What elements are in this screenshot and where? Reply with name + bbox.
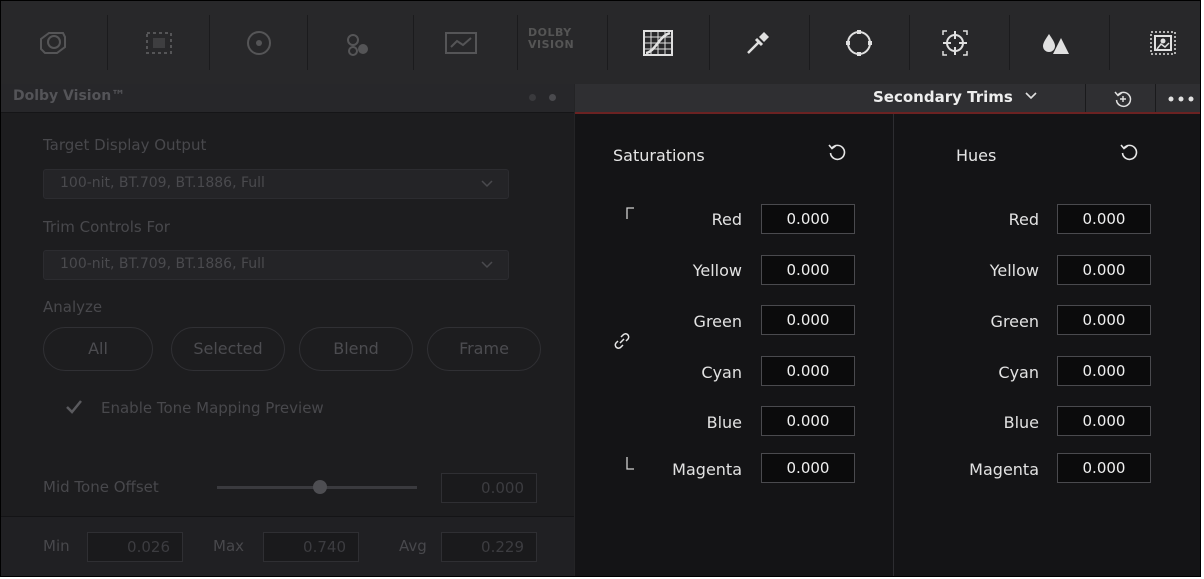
trim-controls-label: Trim Controls For	[43, 218, 170, 236]
min-value-field: 0.026	[87, 532, 183, 562]
tracker-icon[interactable]	[931, 23, 979, 63]
saturations-title: Saturations	[613, 146, 705, 165]
dolby-vision-header: Dolby Vision™	[1, 84, 574, 113]
saturation-magenta-field[interactable]: 0.000	[761, 453, 855, 483]
enable-tone-mapping-label: Enable Tone Mapping Preview	[101, 399, 324, 417]
analyze-frame-button[interactable]: Frame	[427, 327, 541, 371]
analyze-label: Analyze	[43, 298, 103, 316]
dolby-vision-trim-window: DOLBY VISION Dolby Vision™ Target Displa…	[0, 0, 1201, 577]
hue-magenta-label: Magenta	[969, 460, 1039, 479]
qualifier-eyedropper-icon[interactable]	[734, 23, 782, 63]
saturation-blue-field[interactable]: 0.000	[761, 406, 855, 436]
color-match-icon[interactable]	[135, 23, 183, 63]
analysis-stats-bar: Min 0.026 Max 0.740 Avg 0.229	[1, 516, 574, 576]
saturation-green-field[interactable]: 0.000	[761, 305, 855, 335]
column-divider	[893, 114, 894, 576]
analyze-blend-button[interactable]: Blend	[299, 327, 413, 371]
hues-title: Hues	[956, 146, 997, 165]
link-bracket-bottom-icon	[626, 457, 634, 470]
saturation-red-label: Red	[711, 210, 742, 229]
trim-controls-value: 100-nit, BT.709, BT.1886, Full	[60, 256, 265, 272]
dolby-logo-bottom: VISION	[528, 38, 575, 51]
dolby-vision-logo[interactable]: DOLBY VISION	[528, 27, 588, 51]
mid-tone-offset-label: Mid Tone Offset	[43, 478, 159, 496]
hdr-wheels-icon[interactable]	[334, 23, 382, 63]
analyze-all-button[interactable]: All	[43, 327, 153, 371]
enable-tone-mapping-checkbox[interactable]	[63, 396, 85, 418]
blur-icon[interactable]	[1031, 23, 1079, 63]
avg-value-field: 0.229	[441, 532, 537, 562]
panel-title: Dolby Vision™	[13, 88, 126, 104]
target-display-dropdown[interactable]: 100-nit, BT.709, BT.1886, Full	[43, 169, 509, 199]
hue-blue-field[interactable]: 0.000	[1057, 406, 1151, 436]
palette-toolbar: DOLBY VISION	[1, 1, 1200, 84]
saturation-yellow-label: Yellow	[692, 261, 742, 280]
saturation-cyan-label: Cyan	[701, 363, 742, 382]
avg-label: Avg	[399, 537, 427, 555]
target-display-label: Target Display Output	[43, 136, 207, 154]
saturation-magenta-label: Magenta	[672, 460, 742, 479]
target-display-value: 100-nit, BT.709, BT.1886, Full	[60, 175, 265, 191]
hue-magenta-field[interactable]: 0.000	[1057, 453, 1151, 483]
hue-red-field[interactable]: 0.000	[1057, 204, 1151, 234]
key-icon[interactable]	[1139, 23, 1187, 63]
dolby-vision-panel: Dolby Vision™ Target Display Output 100-…	[1, 84, 574, 576]
min-label: Min	[43, 537, 70, 555]
trim-mode-selector[interactable]: Secondary Trims	[873, 88, 1038, 106]
mid-tone-offset-slider-handle[interactable]	[313, 480, 327, 494]
saturation-blue-label: Blue	[706, 413, 742, 432]
hue-blue-label: Blue	[1003, 413, 1039, 432]
panel-options-dot[interactable]	[549, 94, 556, 101]
link-bracket-top-icon	[626, 207, 634, 219]
hue-yellow-field[interactable]: 0.000	[1057, 255, 1151, 285]
hue-cyan-field[interactable]: 0.000	[1057, 356, 1151, 386]
saturation-yellow-field[interactable]: 0.000	[761, 255, 855, 285]
secondary-trims-header: Secondary Trims	[575, 84, 1200, 114]
saturation-green-label: Green	[693, 312, 742, 331]
analyze-selected-button[interactable]: Selected	[171, 327, 285, 371]
hue-green-label: Green	[990, 312, 1039, 331]
hues-reset-icon[interactable]	[1119, 142, 1139, 162]
camera-raw-icon[interactable]	[29, 23, 77, 63]
mid-tone-offset-field[interactable]: 0.000	[441, 473, 537, 503]
max-value-field: 0.740	[263, 532, 359, 562]
panel-indicator-dot	[529, 94, 536, 101]
curves-icon[interactable]	[634, 23, 682, 63]
link-channels-icon[interactable]	[613, 332, 631, 350]
color-wheels-icon[interactable]	[235, 23, 283, 63]
reset-all-icon[interactable]	[1113, 89, 1133, 109]
power-window-icon[interactable]	[835, 23, 883, 63]
more-options-icon[interactable]	[1167, 95, 1195, 103]
saturation-red-field[interactable]: 0.000	[761, 204, 855, 234]
hue-green-field[interactable]: 0.000	[1057, 305, 1151, 335]
secondary-trims-panel: Secondary Trims Saturations Red 0.000 Ye…	[575, 84, 1200, 576]
chevron-down-icon	[481, 261, 493, 269]
max-label: Max	[213, 537, 245, 555]
trim-controls-dropdown[interactable]: 100-nit, BT.709, BT.1886, Full	[43, 250, 509, 280]
saturations-reset-icon[interactable]	[827, 142, 847, 162]
hue-red-label: Red	[1008, 210, 1039, 229]
rgb-mixer-icon[interactable]	[437, 23, 485, 63]
hue-cyan-label: Cyan	[998, 363, 1039, 382]
saturation-cyan-field[interactable]: 0.000	[761, 356, 855, 386]
hue-yellow-label: Yellow	[989, 261, 1039, 280]
trim-mode-label: Secondary Trims	[873, 88, 1013, 106]
chevron-down-icon	[481, 180, 493, 188]
chevron-down-icon	[1025, 92, 1037, 100]
